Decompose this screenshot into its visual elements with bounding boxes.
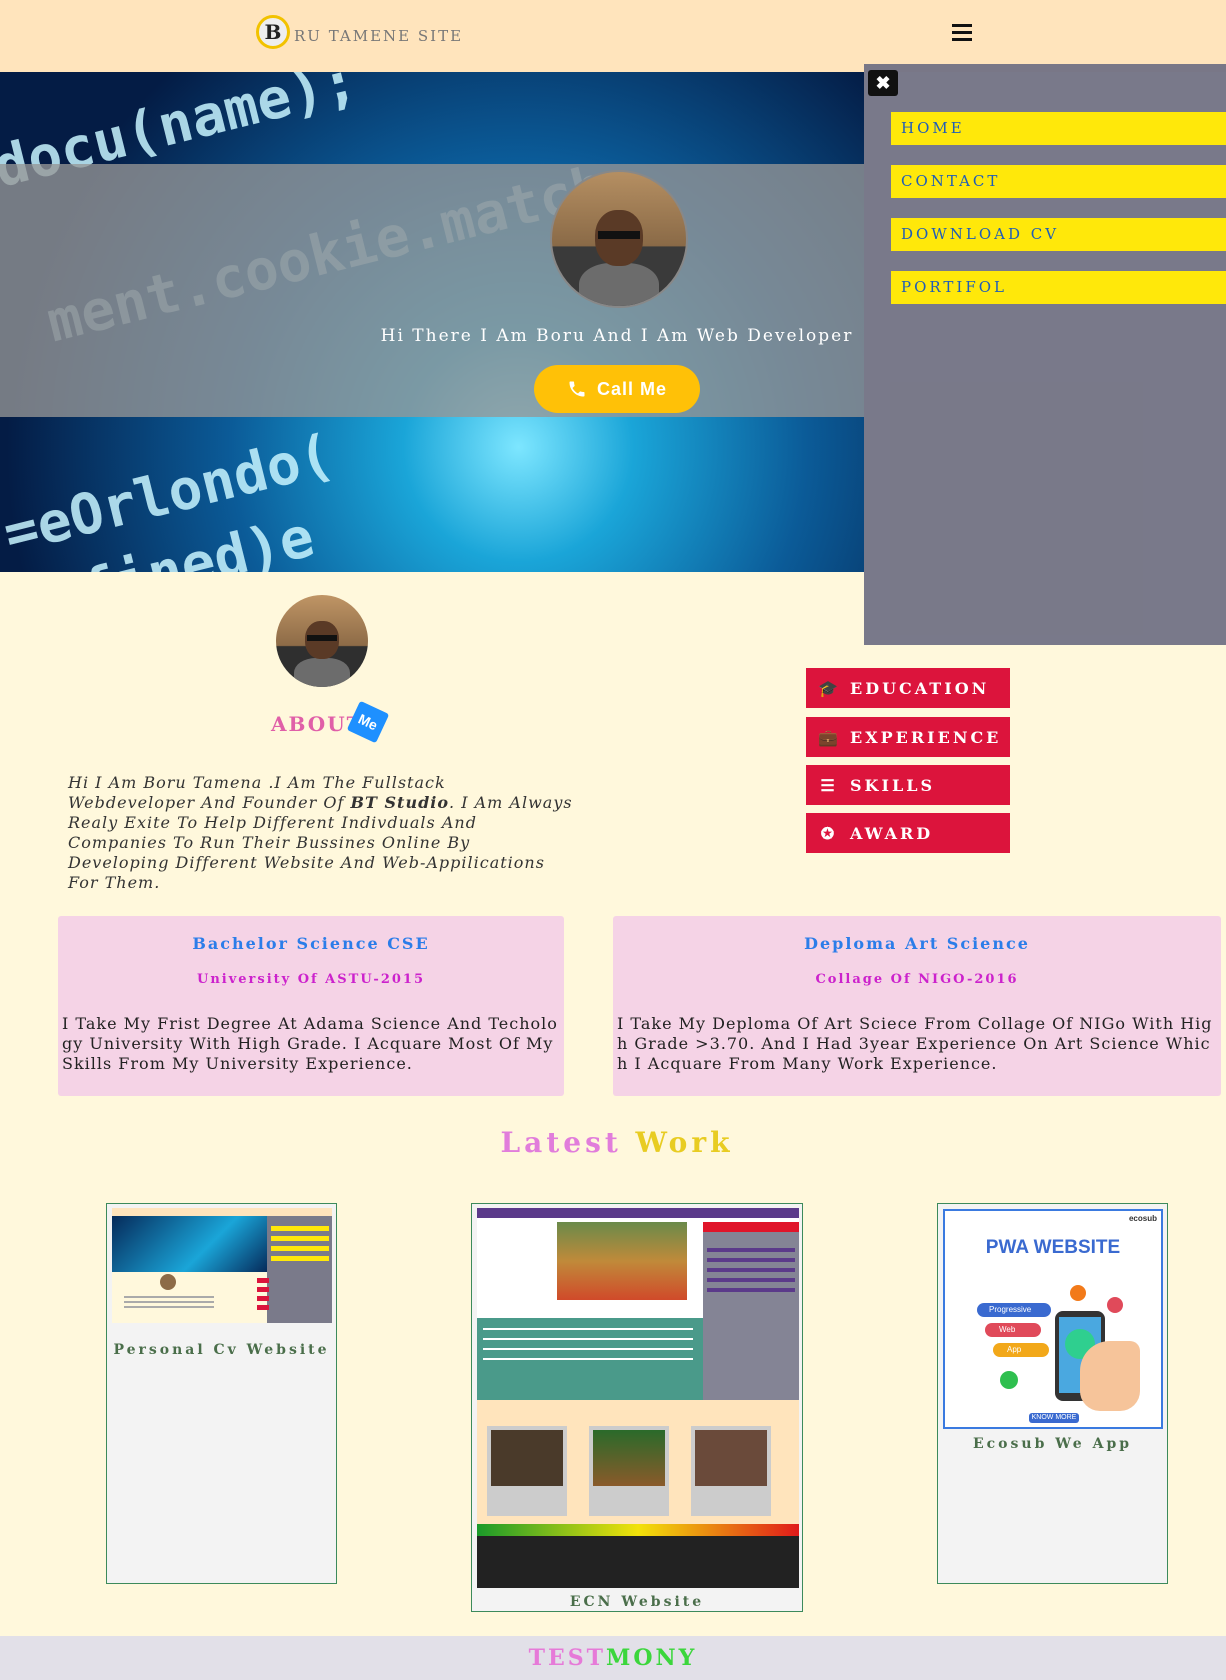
logo-letter: B <box>264 20 282 44</box>
work-label: ECN Website <box>569 1594 705 1610</box>
tab-experience[interactable]: 💼 EXPERIENCE <box>806 717 1010 757</box>
nav-item-portfolio[interactable]: PORTIFOL <box>891 271 1226 304</box>
latest-work-title: Latest Work <box>500 1126 734 1159</box>
work-card-personal-cv[interactable]: Personal Cv Website <box>106 1203 337 1584</box>
tab-award[interactable]: ✪ AWARD <box>806 813 1010 853</box>
work-card-ecn[interactable]: ECN Website <box>471 1203 803 1612</box>
work-card-ecosub[interactable]: ecosub PWA WEBSITE Progressive Web App K… <box>937 1203 1168 1584</box>
hero-avatar <box>550 170 688 308</box>
graduation-cap-icon: 🎓 <box>818 678 841 698</box>
education-subtitle: University Of ASTU-2015 <box>196 972 426 987</box>
education-subtitle: Collage Of NIGO-2016 <box>815 972 1019 987</box>
work-thumbnail <box>112 1208 332 1323</box>
education-title: Bachelor Science CSE <box>192 934 430 953</box>
top-navbar <box>0 0 1226 72</box>
about-avatar <box>276 595 368 687</box>
nav-item-contact[interactable]: CONTACT <box>891 165 1226 198</box>
testimony-section-title: TESTMONY <box>0 1636 1226 1680</box>
education-text: I Take My Deploma Of Art Sciece From Col… <box>617 1014 1213 1073</box>
about-badge: Me <box>346 700 390 744</box>
phone-icon <box>569 381 585 397</box>
work-label: Ecosub We App <box>972 1436 1133 1452</box>
tab-education[interactable]: 🎓 EDUCATION <box>806 668 1010 708</box>
award-icon: ✪ <box>820 823 838 843</box>
work-label: Personal Cv Website <box>113 1342 330 1358</box>
nav-item-home[interactable]: HOME <box>891 112 1226 145</box>
hero-overlay <box>0 164 864 417</box>
ecosub-brand: ecosub <box>1128 1214 1157 1223</box>
hamburger-icon[interactable] <box>952 24 972 44</box>
nav-item-download-cv[interactable]: DOWNLOAD CV <box>891 218 1226 251</box>
list-icon: ☰ <box>820 775 838 795</box>
work-thumbnail <box>477 1208 799 1588</box>
tab-skills[interactable]: ☰ SKILLS <box>806 765 1010 805</box>
hero-banner: docu(name); ment.cookie.match =eOrlondo(… <box>0 72 864 572</box>
close-icon[interactable]: ✖ <box>868 70 898 96</box>
education-text: I Take My Frist Degree At Adama Science … <box>62 1014 558 1073</box>
briefcase-icon: 💼 <box>818 727 841 747</box>
side-navigation <box>864 64 1226 645</box>
call-me-button[interactable]: Call Me <box>534 365 700 413</box>
call-me-label: Call Me <box>596 378 668 399</box>
education-card: Deploma Art Science Collage Of NIGO-2016… <box>613 916 1221 1096</box>
logo-icon[interactable]: B <box>256 15 290 49</box>
site-title[interactable]: RU TAMENE SITE <box>294 27 463 45</box>
pwa-title: PWA WEBSITE <box>985 1237 1121 1258</box>
about-text: Hi I Am Boru Tamena .I Am The Fullstack … <box>68 773 573 892</box>
work-thumbnail: ecosub PWA WEBSITE Progressive Web App K… <box>943 1209 1163 1429</box>
education-title: Deploma Art Science <box>804 934 1030 953</box>
education-card: Bachelor Science CSE University Of ASTU-… <box>58 916 564 1096</box>
